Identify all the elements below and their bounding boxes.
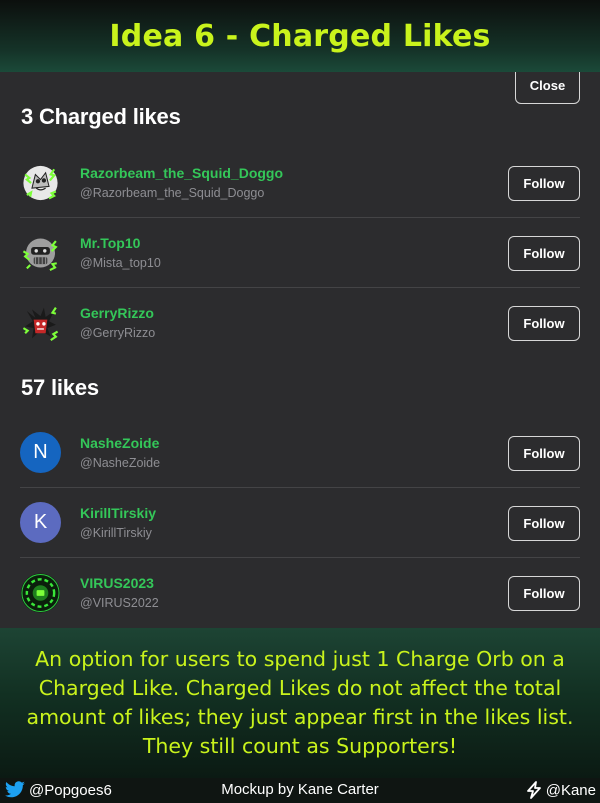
charged-robot-avatar[interactable] (20, 232, 61, 273)
list-item[interactable]: Mr.Top10 @Mista_top10 Follow (0, 218, 600, 288)
user-handle: @KirillTirskiy (80, 526, 152, 540)
mockup-credit: Mockup by Kane Carter (221, 781, 379, 798)
follow-button[interactable]: Follow (508, 236, 580, 271)
username[interactable]: NasheZoide (80, 434, 160, 452)
follow-button[interactable]: Follow (508, 166, 580, 201)
username[interactable]: Razorbeam_the_Squid_Doggo (80, 164, 283, 182)
avatar-initial: N (33, 441, 48, 463)
user-handle: @VIRUS2022 (80, 596, 159, 610)
charged-likes-list: Razorbeam_the_Squid_Doggo @Razorbeam_the… (0, 148, 600, 358)
user-handle: @Mista_top10 (80, 256, 161, 270)
follow-button[interactable]: Follow (508, 506, 580, 541)
user-handle: @Razorbeam_the_Squid_Doggo (80, 186, 265, 200)
title-banner: Idea 6 - Charged Likes (0, 0, 600, 72)
user-handle: @GerryRizzo (80, 326, 156, 340)
follow-button[interactable]: Follow (508, 306, 580, 341)
page-title: Idea 6 - Charged Likes (109, 18, 491, 54)
lightning-bolt-icon (526, 781, 541, 799)
kane-handle[interactable]: @Kane (546, 782, 596, 799)
list-item[interactable]: GerryRizzo @GerryRizzo Follow (0, 288, 600, 358)
avatar[interactable]: N (20, 432, 61, 473)
footer: @Popgoes6 Mockup by Kane Carter @Kane (0, 778, 600, 803)
likes-dialog: Close 3 Charged likes Razorbeam_the_Squi… (0, 72, 600, 628)
list-item[interactable]: N NasheZoide @NasheZoide Follow (0, 418, 600, 488)
charged-red-character-avatar[interactable] (20, 302, 61, 343)
user-handle: @NasheZoide (80, 456, 161, 470)
avatar-initial: K (33, 511, 48, 533)
list-item[interactable]: K KirillTirskiy @KirillTirskiy Follow (0, 488, 600, 558)
green-virus-avatar[interactable] (20, 572, 61, 613)
description-caption: An option for users to spend just 1 Char… (0, 628, 600, 778)
list-item[interactable]: VIRUS2023 @VIRUS2022 Follow (0, 558, 600, 628)
close-button[interactable]: Close (515, 72, 580, 104)
username[interactable]: KirillTirskiy (80, 504, 156, 522)
charged-sketch-avatar[interactable] (20, 162, 61, 203)
likes-heading: 57 likes (21, 375, 99, 400)
list-item[interactable]: Razorbeam_the_Squid_Doggo @Razorbeam_the… (0, 148, 600, 218)
avatar[interactable]: K (20, 502, 61, 543)
charged-likes-heading: 3 Charged likes (21, 104, 181, 129)
username[interactable]: GerryRizzo (80, 304, 155, 322)
username[interactable]: VIRUS2023 (80, 574, 159, 592)
likes-list: N NasheZoide @NasheZoide Follow K Kirill… (0, 418, 600, 628)
follow-button[interactable]: Follow (508, 576, 580, 611)
follow-button[interactable]: Follow (508, 436, 580, 471)
caption-text: An option for users to spend just 1 Char… (26, 647, 574, 758)
username[interactable]: Mr.Top10 (80, 234, 161, 252)
